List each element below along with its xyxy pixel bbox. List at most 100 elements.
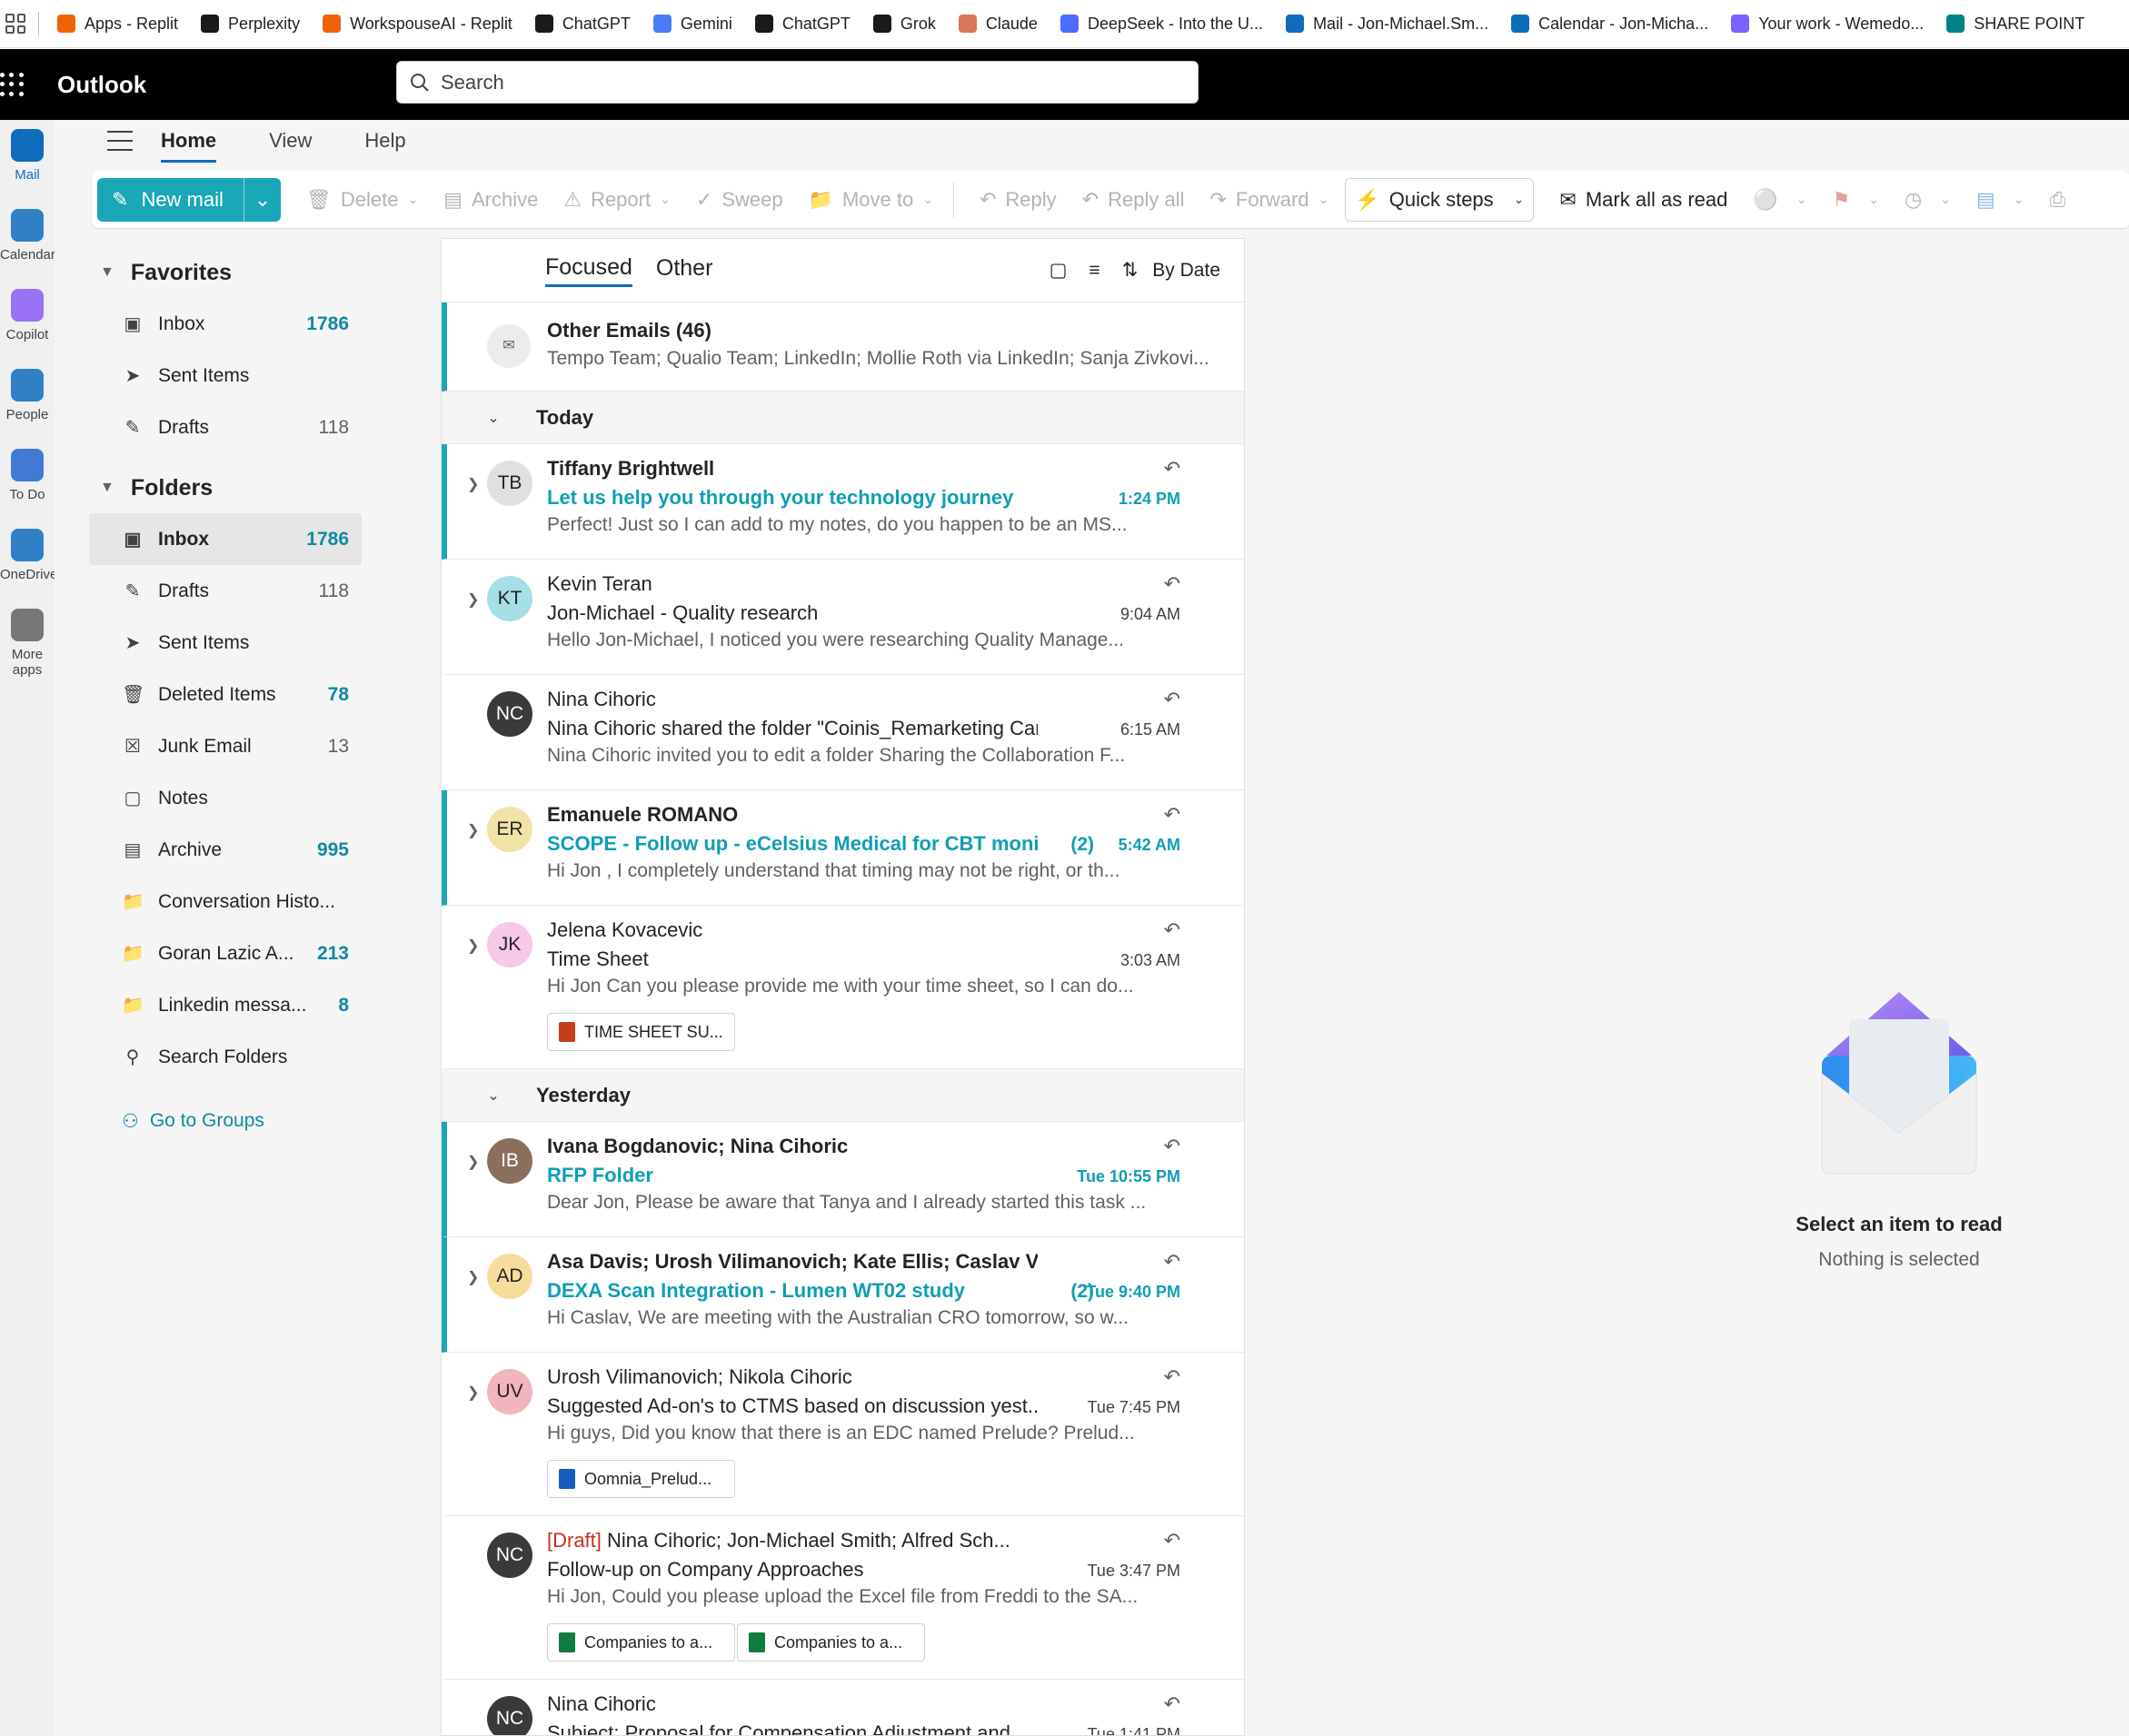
date-group-yesterday[interactable]: ⌄ Yesterday: [442, 1069, 1244, 1122]
sort-by-date[interactable]: By Date: [1152, 260, 1220, 282]
other-emails-summary[interactable]: ✉ Other Emails (46) Tempo Team; Qualio T…: [442, 303, 1244, 392]
attachment-chip[interactable]: TIME SHEET SU...: [547, 1013, 735, 1051]
bookmark-item[interactable]: Claude: [958, 15, 1038, 34]
bookmark-item[interactable]: Mail - Jon-Michael.Sm...: [1286, 15, 1488, 34]
folder-icon: ▤: [124, 840, 142, 860]
chevron-down-icon: ⌄: [1318, 192, 1329, 206]
chevron-right-icon[interactable]: ❯: [467, 1268, 479, 1286]
rules-button[interactable]: ▤ ⌄: [1976, 188, 2025, 212]
sender-name: Tiffany Brightwell: [547, 457, 715, 480]
attachment-chip[interactable]: Oomnia_Prelud...: [547, 1460, 735, 1498]
bookmark-item[interactable]: ChatGPT: [754, 15, 851, 34]
folder-item[interactable]: 📁 Conversation Histo...: [89, 876, 362, 928]
apps-grid-icon[interactable]: [5, 14, 25, 34]
folder-item[interactable]: ▣ Inbox 1786: [89, 298, 362, 350]
tab-view[interactable]: View: [269, 129, 312, 163]
chevron-right-icon[interactable]: ❯: [467, 821, 479, 839]
rail-mail[interactable]: Mail: [0, 129, 55, 183]
chevron-right-icon[interactable]: ❯: [467, 1153, 479, 1171]
folder-item[interactable]: ➤ Sent Items: [89, 617, 362, 669]
app-launcher-icon[interactable]: [0, 73, 24, 96]
message-row[interactable]: ❯ AD Asa Davis; Urosh Vilimanovich; Kate E…: [442, 1237, 1244, 1353]
tab-help[interactable]: Help: [364, 129, 405, 163]
bookmark-item[interactable]: ChatGPT: [534, 15, 631, 34]
favorites-header[interactable]: ▼ Favorites: [89, 247, 362, 298]
message-row[interactable]: ❯ IB Ivana Bogdanovic; Nina Cihoric RFP Fol…: [442, 1122, 1244, 1237]
folder-item[interactable]: ☒ Junk Email 13: [89, 720, 362, 772]
message-row[interactable]: ❯ TB Tiffany Brightwell Let us help you thr…: [442, 444, 1244, 560]
bookmark-item[interactable]: Gemini: [652, 15, 732, 34]
folder-item[interactable]: ▤ Archive 995: [89, 824, 362, 876]
tag-button[interactable]: ⚪ ⌄: [1753, 188, 1806, 212]
rail-people[interactable]: People: [0, 369, 55, 422]
to-do-icon: [11, 449, 44, 481]
message-preview: Hi Jon Can you please provide me with yo…: [547, 976, 1134, 997]
sender-name: Asa Davis; Urosh Vilimanovich; Kate Elli…: [547, 1250, 1038, 1273]
bookmark-item[interactable]: WorkspouseAI - Replit: [323, 15, 512, 34]
folder-item[interactable]: 📁 Goran Lazic A... 213: [89, 928, 362, 979]
folder-item[interactable]: ✎ Drafts 118: [89, 565, 362, 617]
message-row[interactable]: ❯ ER Emanuele ROMANO SCOPE - Follow up - eC…: [442, 790, 1244, 906]
snooze-button[interactable]: ◷ ⌄: [1905, 188, 1951, 212]
archive-button[interactable]: ▤ Archive: [443, 188, 538, 212]
message-row[interactable]: NC Nina Cihoric Subject: Proposal for Comp…: [442, 1680, 1244, 1736]
search-input[interactable]: Search: [396, 61, 1199, 104]
tab-home[interactable]: Home: [161, 129, 217, 163]
bookmark-item[interactable]: Apps - Replit: [57, 15, 178, 34]
tab-other[interactable]: Other: [656, 255, 713, 285]
folders-header[interactable]: ▼ Folders: [89, 462, 362, 513]
select-icon[interactable]: ▢: [1050, 259, 1068, 282]
reply-all-button[interactable]: ↶ Reply all: [1082, 188, 1185, 212]
message-row[interactable]: NC [Draft] Nina Cihoric; Jon-Michael Smit…: [442, 1516, 1244, 1680]
rail-onedrive[interactable]: OneDrive: [0, 529, 57, 582]
rail-calendar[interactable]: Calendar: [0, 209, 55, 263]
sort-icon[interactable]: ⇅: [1122, 259, 1139, 282]
folder-item[interactable]: 📁 Linkedin messa... 8: [89, 979, 362, 1031]
bookmark-item[interactable]: Perplexity: [201, 15, 300, 34]
bookmark-item[interactable]: Calendar - Jon-Micha...: [1511, 15, 1708, 34]
new-mail-dropdown[interactable]: ⌄: [244, 188, 281, 212]
print-button[interactable]: ⎙: [2049, 188, 2074, 212]
rail-more-apps[interactable]: More apps: [0, 609, 55, 678]
delete-button[interactable]: 🗑 Delete ⌄: [306, 188, 418, 212]
reply-button[interactable]: ↶ Reply: [980, 188, 1057, 212]
folder-item[interactable]: ▢ Notes: [89, 772, 362, 824]
bookmark-item[interactable]: Grok: [872, 15, 936, 34]
chevron-right-icon[interactable]: ❯: [467, 590, 479, 609]
go-to-groups-link[interactable]: ⚇ Go to Groups: [89, 1094, 362, 1148]
rail-copilot[interactable]: Copilot: [0, 289, 55, 342]
message-row[interactable]: ❯ JK Jelena Kovacevic Time Sheet Hi Jon Can …: [442, 906, 1244, 1069]
folder-item[interactable]: ⚲ Search Folders: [89, 1031, 362, 1083]
message-row[interactable]: ❯ KT Kevin Teran Jon-Michael - Quality rese…: [442, 560, 1244, 675]
tab-focused[interactable]: Focused: [545, 254, 632, 287]
bookmark-item[interactable]: DeepSeek - Into the U...: [1060, 15, 1263, 34]
quick-steps-button[interactable]: ⚡ Quick steps ⌄: [1345, 177, 1535, 222]
message-row[interactable]: ❯ UV Urosh Vilimanovich; Nikola Cihoric Sug…: [442, 1353, 1244, 1516]
flag-button[interactable]: ⚑ ⌄: [1833, 188, 1879, 212]
date-group-today[interactable]: ⌄ Today: [442, 392, 1244, 444]
folder-item[interactable]: 🗑 Deleted Items 78: [89, 669, 362, 720]
sweep-button[interactable]: ✓ Sweep: [696, 188, 783, 212]
filter-icon[interactable]: ≡: [1089, 260, 1099, 282]
folder-item[interactable]: ▣ Inbox 1786: [89, 513, 362, 565]
bookmark-item[interactable]: Your work - Wemedo...: [1731, 15, 1924, 34]
rail-to-do[interactable]: To Do: [0, 449, 55, 502]
move-to-button[interactable]: 📁 Move to ⌄: [809, 188, 933, 212]
bookmark-item[interactable]: SHARE POINT: [1946, 15, 2084, 34]
attachment-chip[interactable]: Companies to a...: [547, 1623, 735, 1662]
chevron-right-icon[interactable]: ❯: [467, 937, 479, 955]
new-mail-button[interactable]: ✎ New mail ⌄: [97, 177, 281, 222]
menu-icon[interactable]: [107, 131, 133, 151]
message-time: Tue 1:41 PM: [1087, 1725, 1180, 1736]
folder-item[interactable]: ➤ Sent Items: [89, 350, 362, 402]
chevron-right-icon[interactable]: ❯: [467, 1384, 479, 1402]
folder-icon: 📁: [122, 944, 144, 964]
attachment-chip[interactable]: Companies to a...: [737, 1623, 925, 1662]
chevron-right-icon[interactable]: ❯: [467, 475, 479, 493]
bookmark-label: DeepSeek - Into the U...: [1087, 14, 1264, 33]
mark-all-read-button[interactable]: ✉ Mark all as read: [1559, 188, 1727, 212]
report-button[interactable]: ⚠ Report ⌄: [563, 188, 671, 212]
folder-item[interactable]: ✎ Drafts 118: [89, 402, 362, 453]
message-row[interactable]: NC Nina Cihoric Nina Cihoric shared the fo…: [442, 675, 1244, 790]
forward-button[interactable]: ↷ Forward ⌄: [1209, 188, 1328, 212]
